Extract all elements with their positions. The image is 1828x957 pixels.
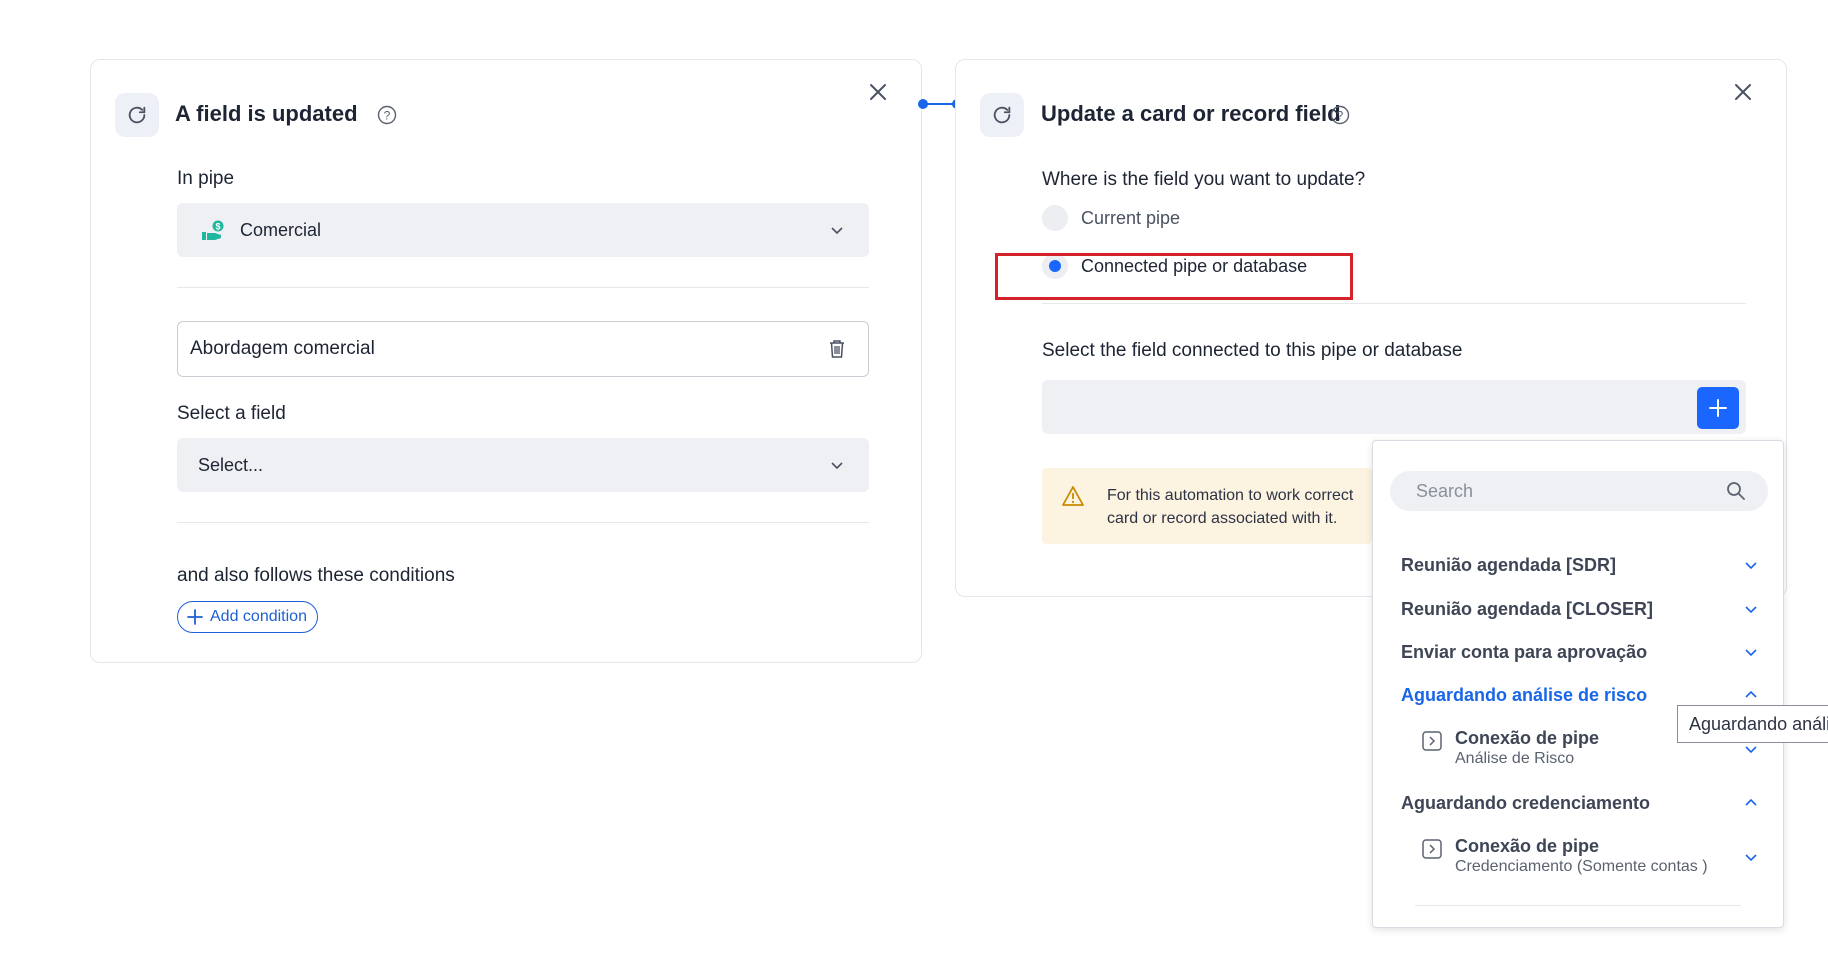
question-label: Where is the field you want to update? <box>1042 169 1366 190</box>
help-icon[interactable]: ? <box>1330 105 1350 125</box>
chevron-down-icon[interactable] <box>1744 602 1758 616</box>
connected-field-label: Select the field connected to this pipe … <box>1042 340 1463 361</box>
search-input[interactable] <box>1416 471 1716 511</box>
warning-text-line1: For this automation to work correct <box>1107 487 1354 504</box>
divider <box>1415 905 1741 906</box>
connected-field-select[interactable] <box>1042 380 1746 434</box>
plus-icon <box>187 609 203 625</box>
card-title: A field is updated <box>175 101 358 126</box>
chevron-down-icon[interactable] <box>1744 558 1758 572</box>
in-pipe-label: In pipe <box>177 168 235 189</box>
dropdown-group[interactable]: Enviar conta para aprovação <box>1401 642 1647 663</box>
money-icon: $ <box>202 220 224 240</box>
phase-field[interactable]: Abordagem comercial <box>177 321 869 377</box>
plus-icon <box>1709 399 1727 417</box>
phase-value: Abordagem comercial <box>190 338 375 359</box>
chevron-down-icon[interactable] <box>1744 645 1758 659</box>
divider <box>177 522 869 523</box>
chevron-up-icon[interactable] <box>1744 796 1758 810</box>
conditions-label: and also follows these conditions <box>177 565 455 586</box>
option-subtitle: Análise de Risco <box>1455 750 1575 767</box>
chevron-down-icon <box>831 227 843 235</box>
highlight-box <box>995 253 1353 300</box>
refresh-icon <box>980 93 1024 137</box>
pipe-select-value: Comercial <box>240 219 322 240</box>
chevron-down-icon[interactable] <box>1744 850 1758 864</box>
dropdown-group[interactable]: Reunião agendada [CLOSER] <box>1401 599 1653 620</box>
trigger-card: A field is updated ? In pipe $ Comercial… <box>90 59 922 663</box>
search-box[interactable] <box>1390 471 1768 511</box>
radio-current-pipe[interactable] <box>1042 205 1068 231</box>
help-icon[interactable]: ? <box>377 105 397 125</box>
svg-text:?: ? <box>384 109 391 123</box>
option-title: Conexão de pipe <box>1455 728 1600 748</box>
select-field-label: Select a field <box>177 403 286 424</box>
divider <box>177 287 869 288</box>
option-title: Conexão de pipe <box>1455 836 1600 856</box>
chevron-down-icon[interactable] <box>1744 742 1758 756</box>
dropdown-group[interactable]: Reunião agendada [SDR] <box>1401 555 1616 576</box>
close-icon[interactable] <box>867 81 889 103</box>
add-field-button[interactable] <box>1697 387 1739 429</box>
connection-icon <box>1422 731 1442 751</box>
search-icon <box>1727 482 1745 500</box>
dropdown-group[interactable]: Aguardando credenciamento <box>1401 793 1650 814</box>
warning-banner: For this automation to work correct card… <box>1042 468 1372 544</box>
divider <box>1042 303 1746 304</box>
radio-current-pipe-label: Current pipe <box>1081 208 1181 228</box>
chevron-down-icon <box>831 462 843 470</box>
warning-icon <box>1062 486 1084 506</box>
svg-text:?: ? <box>1337 109 1344 123</box>
pipe-select[interactable]: $ Comercial <box>177 203 869 257</box>
tooltip: Aguardando análi <box>1677 705 1828 743</box>
add-condition-label: Add condition <box>210 608 307 625</box>
warning-text-line2: card or record associated with it. <box>1107 510 1338 527</box>
field-select[interactable]: Select... <box>177 438 869 492</box>
chevron-up-icon[interactable] <box>1744 688 1758 702</box>
svg-text:$: $ <box>215 222 220 232</box>
card-title: Update a card or record field <box>1041 101 1341 126</box>
option-subtitle: Credenciamento (Somente contas ) <box>1455 858 1708 875</box>
refresh-icon <box>115 93 159 137</box>
connection-icon <box>1422 839 1442 859</box>
close-icon[interactable] <box>1732 81 1754 103</box>
dropdown-group-active[interactable]: Aguardando análise de risco <box>1401 685 1647 706</box>
trash-icon[interactable] <box>828 339 846 359</box>
field-dropdown: Reunião agendada [SDR] Reunião agendada … <box>1372 440 1784 928</box>
add-condition-button[interactable]: Add condition <box>177 601 318 633</box>
field-select-value: Select... <box>198 454 264 475</box>
